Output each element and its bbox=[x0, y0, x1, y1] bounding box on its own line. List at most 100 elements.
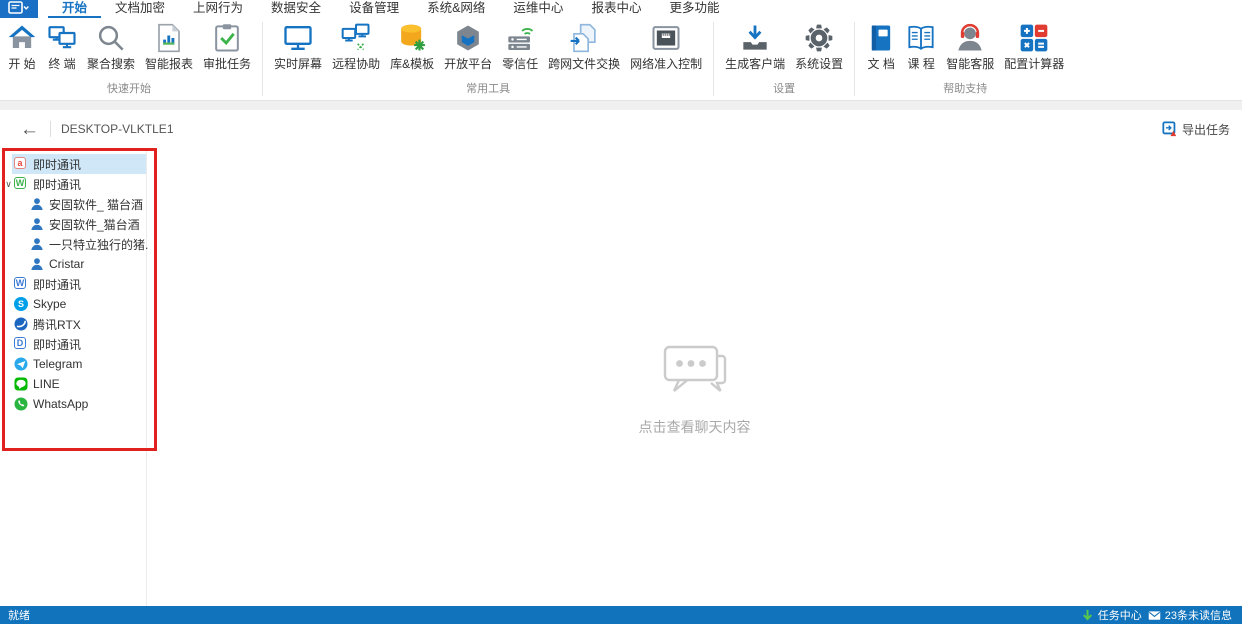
ribbon-button[interactable]: 库&模板 bbox=[385, 23, 439, 72]
person-icon bbox=[30, 237, 44, 251]
ribbon-button[interactable]: 实时屏幕 bbox=[269, 23, 327, 72]
empty-state-text: 点击查看聊天内容 bbox=[639, 417, 751, 437]
sidebar-item-label: Cristar bbox=[49, 257, 84, 271]
sidebar-item[interactable]: ∨W即时通讯 bbox=[0, 174, 146, 194]
ribbon-button-label: 课 程 bbox=[908, 55, 935, 72]
ribbon-button[interactable]: 智能报表 bbox=[140, 23, 198, 72]
aliwangwang-icon: a bbox=[14, 157, 28, 171]
chevron-down-icon[interactable]: ∨ bbox=[3, 179, 14, 190]
back-button[interactable]: ← bbox=[20, 120, 46, 139]
unread-messages-label: 23条未读信息 bbox=[1165, 607, 1232, 623]
ribbon-button-label: 开放平台 bbox=[444, 55, 492, 72]
menu-tabs: 开始文档加密上网行为数据安全设备管理系统&网络运维中心报表中心更多功能 bbox=[48, 0, 733, 18]
sidebar-item[interactable]: W即时通讯 bbox=[0, 274, 146, 294]
ribbon-button[interactable]: 终 端 bbox=[42, 23, 82, 72]
page-title: DESKTOP-VLKTLE1 bbox=[61, 122, 174, 136]
telegram-icon bbox=[14, 357, 28, 371]
ribbon-group-label: 常用工具 bbox=[269, 80, 707, 100]
sidebar-item[interactable]: WhatsApp bbox=[0, 394, 146, 414]
library-template-icon bbox=[397, 23, 427, 53]
sidebar-item-label: LINE bbox=[33, 377, 60, 391]
file-exchange-icon bbox=[569, 23, 599, 53]
ribbon-button[interactable]: 开放平台 bbox=[439, 23, 497, 72]
ribbon-button[interactable]: 远程协助 bbox=[327, 23, 385, 72]
status-ready-label: 就绪 bbox=[0, 607, 30, 623]
status-right: 任务中心 23条未读信息 bbox=[1081, 607, 1242, 623]
sidebar-item[interactable]: LINE bbox=[0, 374, 146, 394]
sidebar-item-label: 即时通讯 bbox=[33, 156, 81, 173]
export-task-label: 导出任务 bbox=[1182, 121, 1230, 138]
sidebar-item[interactable]: SSkype bbox=[0, 294, 146, 314]
open-platform-icon bbox=[453, 23, 483, 53]
ribbon-group: 生成客户端系统设置设置 bbox=[720, 18, 848, 100]
generate-client-icon bbox=[740, 23, 770, 53]
ribbon-button-label: 零信任 bbox=[502, 55, 538, 72]
menu-tab-更多功能[interactable]: 更多功能 bbox=[655, 0, 733, 18]
sidebar-item[interactable]: Cristar bbox=[0, 254, 146, 274]
envelope-icon bbox=[1148, 609, 1161, 622]
support-agent-icon bbox=[955, 23, 985, 53]
ribbon-button-label: 生成客户端 bbox=[725, 55, 785, 72]
sidebar-item[interactable]: 腾讯RTX bbox=[0, 314, 146, 334]
sidebar-item-label: 即时通讯 bbox=[33, 276, 81, 293]
ribbon-group-items: 开 始终 端聚合搜索智能报表审批任务 bbox=[2, 18, 256, 80]
sidebar-item[interactable]: 一只特立独行的猪. bbox=[0, 234, 146, 254]
ribbon-content-divider bbox=[0, 101, 1242, 110]
ribbon-button-label: 终 端 bbox=[48, 55, 75, 72]
empty-state: 点击查看聊天内容 bbox=[639, 343, 751, 437]
ribbon-button-label: 库&模板 bbox=[390, 55, 434, 72]
sidebar-item-label: Telegram bbox=[33, 357, 82, 371]
ribbon-button[interactable]: 系统设置 bbox=[790, 23, 848, 72]
ribbon-group: 文 档课 程智能客服配置计算器帮助支持 bbox=[861, 18, 1069, 100]
menu-bar: 开始文档加密上网行为数据安全设备管理系统&网络运维中心报表中心更多功能 bbox=[0, 0, 1242, 18]
ribbon-button[interactable]: 网络准入控制 bbox=[625, 23, 707, 72]
menu-tab-上网行为[interactable]: 上网行为 bbox=[179, 0, 257, 18]
zero-trust-icon bbox=[505, 23, 535, 53]
sidebar-item[interactable]: 安固软件_ 猫台酒 bbox=[0, 194, 146, 214]
ribbon-button[interactable]: 审批任务 bbox=[198, 23, 256, 72]
ribbon-button[interactable]: 聚合搜索 bbox=[82, 23, 140, 72]
unread-messages-button[interactable]: 23条未读信息 bbox=[1148, 607, 1232, 623]
ribbon-button-label: 开 始 bbox=[8, 55, 35, 72]
menu-tab-数据安全[interactable]: 数据安全 bbox=[257, 0, 335, 18]
ribbon-button[interactable]: 开 始 bbox=[2, 23, 42, 72]
export-task-button[interactable]: 导出任务 bbox=[1162, 121, 1230, 138]
content-header: ← DESKTOP-VLKTLE1 导出任务 bbox=[0, 110, 1242, 148]
ribbon-button-label: 文 档 bbox=[868, 55, 895, 72]
menu-tab-开始[interactable]: 开始 bbox=[48, 0, 101, 18]
sidebar-item[interactable]: D即时通讯 bbox=[0, 334, 146, 354]
ribbon-group-label: 快速开始 bbox=[2, 80, 256, 100]
ribbon-button[interactable]: 跨网文件交换 bbox=[543, 23, 625, 72]
export-icon bbox=[1162, 121, 1178, 137]
skype-icon: S bbox=[14, 297, 28, 311]
whatsapp-icon bbox=[14, 397, 28, 411]
task-center-button[interactable]: 任务中心 bbox=[1081, 607, 1142, 623]
ribbon-button[interactable]: 课 程 bbox=[901, 23, 941, 72]
ribbon-button[interactable]: 智能客服 bbox=[941, 23, 999, 72]
network-access-icon bbox=[651, 23, 681, 53]
sidebar-item-label: 安固软件_猫台酒 bbox=[49, 216, 140, 233]
ribbon-button-label: 远程协助 bbox=[332, 55, 380, 72]
person-icon bbox=[30, 217, 44, 231]
sidebar-item[interactable]: 安固软件_猫台酒 bbox=[0, 214, 146, 234]
ribbon-button[interactable]: 文 档 bbox=[861, 23, 901, 72]
sidebar-item[interactable]: a 即时通讯 bbox=[0, 154, 146, 174]
terminals-icon bbox=[47, 23, 77, 53]
ribbon-group-items: 实时屏幕远程协助库&模板开放平台零信任跨网文件交换网络准入控制 bbox=[269, 18, 707, 80]
ribbon-group: 开 始终 端聚合搜索智能报表审批任务快速开始 bbox=[2, 18, 256, 100]
menu-tab-系统&网络[interactable]: 系统&网络 bbox=[413, 0, 499, 18]
ribbon-button[interactable]: 配置计算器 bbox=[999, 23, 1069, 72]
ribbon-button-label: 智能报表 bbox=[145, 55, 193, 72]
menu-tab-文档加密[interactable]: 文档加密 bbox=[101, 0, 179, 18]
sidebar-item[interactable]: Telegram bbox=[0, 354, 146, 374]
approval-task-icon bbox=[212, 23, 242, 53]
document-book-icon bbox=[866, 23, 896, 53]
ribbon-button[interactable]: 生成客户端 bbox=[720, 23, 790, 72]
ribbon-button[interactable]: 零信任 bbox=[497, 23, 543, 72]
app-menu-button[interactable] bbox=[0, 0, 38, 18]
menu-tab-设备管理[interactable]: 设备管理 bbox=[335, 0, 413, 18]
chat-content-panel: 点击查看聊天内容 bbox=[147, 148, 1242, 606]
course-book-icon bbox=[906, 23, 936, 53]
menu-tab-运维中心[interactable]: 运维中心 bbox=[499, 0, 577, 18]
menu-tab-报表中心[interactable]: 报表中心 bbox=[577, 0, 655, 18]
